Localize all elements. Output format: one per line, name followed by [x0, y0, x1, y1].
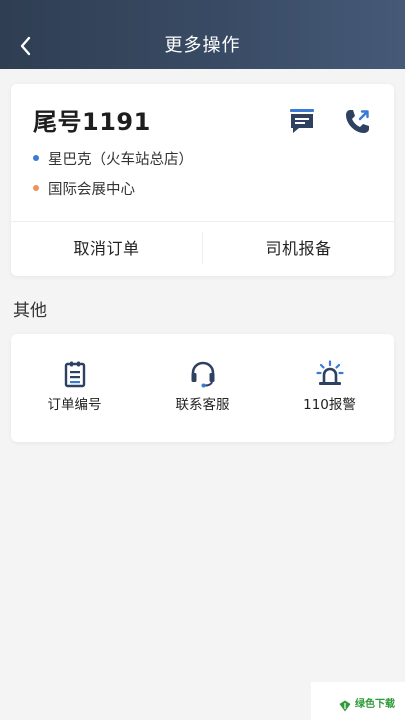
police-110-label: 110报警	[303, 397, 356, 413]
clipboard-icon	[64, 361, 85, 388]
start-location-dot	[33, 155, 39, 161]
police-110-button[interactable]: 110报警	[266, 334, 393, 442]
start-location: 星巴克（火车站总店）	[33, 150, 193, 170]
app-header: 更多操作	[0, 0, 405, 69]
driver-report-button[interactable]: 司机报备	[203, 222, 394, 276]
order-number-label: 订单编号	[47, 397, 102, 413]
order-number-button[interactable]: 订单编号	[11, 334, 138, 442]
phone-icon	[346, 110, 369, 133]
order-info-card: 尾号1191 星巴克（火车站总店） 国际会展中心 取消订单 司机报备	[11, 84, 394, 276]
headset-icon	[191, 361, 214, 388]
cancel-order-button[interactable]: 取消订单	[11, 222, 202, 276]
message-icon	[290, 109, 314, 133]
contact-service-button[interactable]: 联系客服	[139, 334, 266, 442]
end-location-text: 国际会展中心	[48, 182, 135, 198]
end-location-dot	[33, 185, 39, 191]
siren-icon	[315, 360, 344, 385]
page-title: 更多操作	[164, 35, 241, 56]
leaf-logo-icon	[339, 700, 351, 712]
start-location-text: 星巴克（火车站总店）	[48, 152, 193, 168]
watermark-badge: 绿色下载	[311, 682, 405, 720]
other-tools-card: 订单编号 联系客服 110报警	[11, 334, 394, 442]
license-plate-text: 尾号1191	[33, 108, 151, 136]
call-driver-button[interactable]	[343, 108, 371, 136]
watermark-text: 绿色下载	[355, 699, 395, 710]
contact-service-label: 联系客服	[175, 397, 230, 413]
other-section-title: 其他	[13, 301, 47, 321]
end-location: 国际会展中心	[33, 180, 135, 200]
message-button[interactable]	[288, 108, 316, 136]
